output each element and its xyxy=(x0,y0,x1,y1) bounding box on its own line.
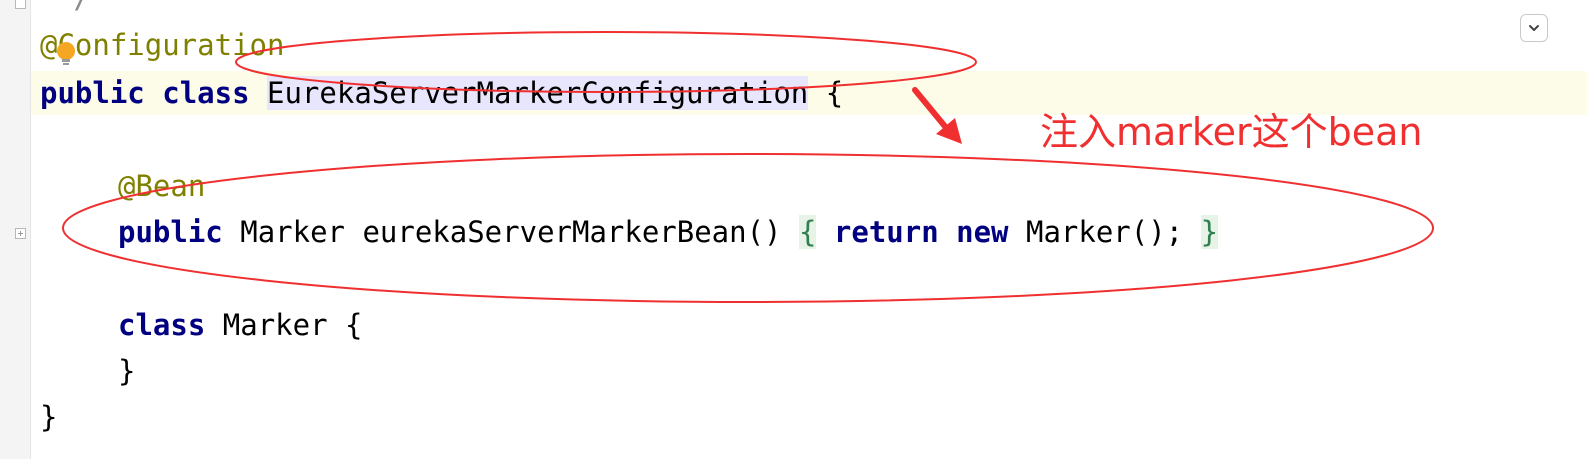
open-brace: { xyxy=(825,76,844,110)
inner-class-name: Marker xyxy=(222,308,328,342)
annotation-bean: @Bean xyxy=(118,169,206,203)
fold-marker-icon[interactable] xyxy=(15,0,26,9)
lightbulb-icon[interactable] xyxy=(55,40,77,68)
method-open-brace[interactable]: { xyxy=(798,215,817,249)
constructor-call: Marker(); xyxy=(1026,215,1184,249)
close-brace: } xyxy=(40,400,58,434)
editor-gutter[interactable] xyxy=(0,0,31,459)
code-line-annotation-bean[interactable]: @Bean xyxy=(118,166,205,206)
chevron-down-icon xyxy=(1529,25,1539,31)
arrow-head-icon xyxy=(936,118,962,144)
class-name-identifier[interactable]: EurekaServerMarkerConfiguration xyxy=(267,76,809,110)
open-brace: { xyxy=(345,308,363,342)
code-line-class-declaration[interactable]: public class EurekaServerMarkerConfigura… xyxy=(40,73,843,113)
code-line-inner-close[interactable]: } xyxy=(118,351,135,391)
method-close-brace[interactable]: } xyxy=(1200,215,1219,249)
markup-note-text: 注入marker这个bean xyxy=(1040,110,1423,154)
keyword-class: class xyxy=(118,308,206,342)
keyword-return: return xyxy=(833,215,939,249)
fold-expand-icon[interactable] xyxy=(15,228,26,239)
method-signature: eurekaServerMarkerBean() xyxy=(362,215,782,249)
close-brace: } xyxy=(118,354,136,388)
code-line-inner-class[interactable]: class Marker { xyxy=(118,305,362,345)
keyword-public: public xyxy=(118,215,223,249)
editor-dropdown-button[interactable] xyxy=(1520,14,1548,42)
keyword-class: class xyxy=(162,76,250,110)
annotation-configuration: Configuration xyxy=(57,28,285,62)
keyword-public: public xyxy=(40,76,145,110)
code-editor[interactable]: */ @Configuration public class EurekaSer… xyxy=(0,0,1587,459)
code-line-bean-method[interactable]: public Marker eurekaServerMarkerBean() {… xyxy=(118,212,1219,252)
code-line-outer-close[interactable]: } xyxy=(40,397,57,437)
keyword-new: new xyxy=(956,215,1009,249)
return-type: Marker xyxy=(240,215,345,249)
comment-end-fragment: */ xyxy=(56,0,91,18)
